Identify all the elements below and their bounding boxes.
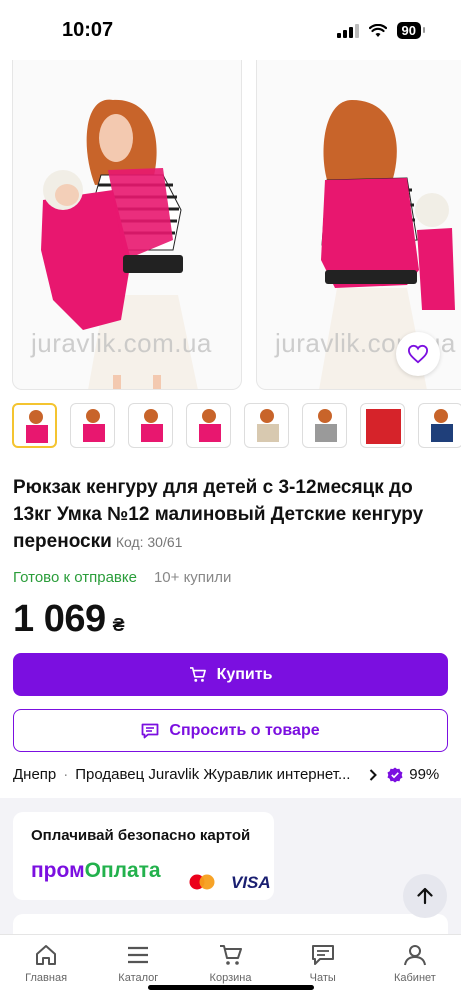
nav-chats-label: Чаты — [309, 972, 336, 984]
thumbnail-4[interactable] — [186, 403, 231, 448]
heart-icon — [407, 344, 429, 364]
thumbnail-3[interactable] — [128, 403, 173, 448]
status-icons: 90 — [336, 22, 426, 39]
currency-symbol: ₴ — [112, 615, 125, 635]
battery-indicator: 90 — [396, 22, 426, 39]
thumbnail-5[interactable] — [244, 403, 289, 448]
arrow-up-icon — [417, 887, 433, 905]
message-icon — [141, 723, 159, 738]
product-gallery[interactable]: juravlik.com.ua juravlik.com.ua — [0, 60, 461, 392]
cart-icon — [189, 666, 206, 682]
favorite-button[interactable] — [396, 332, 440, 376]
signal-icon — [336, 23, 359, 38]
product-photo-front[interactable]: juravlik.com.ua — [12, 60, 242, 390]
seller-name[interactable]: Продавец Juravlik Журавлик интернет... — [75, 766, 359, 783]
price-row: 1 069 ₴ — [13, 598, 125, 641]
availability-status: Готово к отправке — [13, 569, 137, 586]
product-title: Рюкзак кенгуру для детей с 3-12месяцк до… — [13, 474, 449, 556]
visa-logo: VISA — [231, 873, 271, 892]
nav-home-label: Главная — [25, 972, 68, 984]
nav-home[interactable]: Главная — [0, 935, 92, 999]
info-section: Оплачивай безопасно картой промОплата VI… — [0, 798, 461, 954]
home-icon — [36, 945, 57, 965]
price-value: 1 069 — [13, 598, 106, 640]
thumbnail-7[interactable] — [360, 403, 405, 448]
status-bar: 10:07 90 — [0, 0, 461, 60]
nav-account[interactable]: Кабинет — [369, 935, 461, 999]
stock-row: Готово к отправке 10+ купили — [13, 569, 231, 586]
seller-row[interactable]: Днепр · Продавец Juravlik Журавлик интер… — [13, 766, 449, 783]
home-indicator — [148, 985, 314, 990]
separator-dot: · — [63, 766, 69, 783]
product-code: Код: 30/61 — [115, 534, 183, 550]
thumbnail-strip — [12, 403, 461, 448]
user-icon — [403, 945, 426, 966]
watermark-text: juravlik.com.ua — [31, 328, 212, 358]
scroll-up-button[interactable] — [403, 874, 447, 918]
menu-icon — [128, 946, 149, 964]
verified-badge-icon — [387, 767, 403, 782]
status-time: 10:07 — [62, 19, 114, 41]
mastercard-icon — [189, 874, 215, 890]
thumbnail-1[interactable] — [12, 403, 57, 448]
payment-title: Оплачивай безопасно картой — [31, 827, 251, 844]
buy-button[interactable]: Купить — [13, 653, 448, 696]
ask-question-button[interactable]: Спросить о товаре — [13, 709, 448, 752]
thumbnail-2[interactable] — [70, 403, 115, 448]
cart-icon — [219, 945, 242, 965]
wifi-icon — [368, 23, 387, 37]
chat-icon — [311, 945, 334, 965]
seller-city: Днепр — [13, 766, 57, 783]
thumbnail-8[interactable] — [418, 403, 461, 448]
chevron-right-icon — [370, 768, 378, 781]
ask-button-label: Спросить о товаре — [169, 721, 320, 739]
nav-catalog-label: Каталог — [118, 972, 159, 984]
buy-button-label: Купить — [216, 665, 273, 683]
product-title-text: Рюкзак кенгуру для детей с 3-12месяцк до… — [13, 477, 424, 552]
seller-rating: 99% — [409, 766, 440, 783]
payment-card[interactable]: Оплачивай безопасно картой промОплата VI… — [13, 812, 274, 900]
thumbnail-6[interactable] — [302, 403, 347, 448]
purchase-count: 10+ купили — [153, 569, 232, 586]
prom-oplata-logo: промОплата — [31, 859, 161, 882]
nav-cart-label: Корзина — [209, 972, 252, 984]
nav-account-label: Кабинет — [393, 972, 436, 984]
